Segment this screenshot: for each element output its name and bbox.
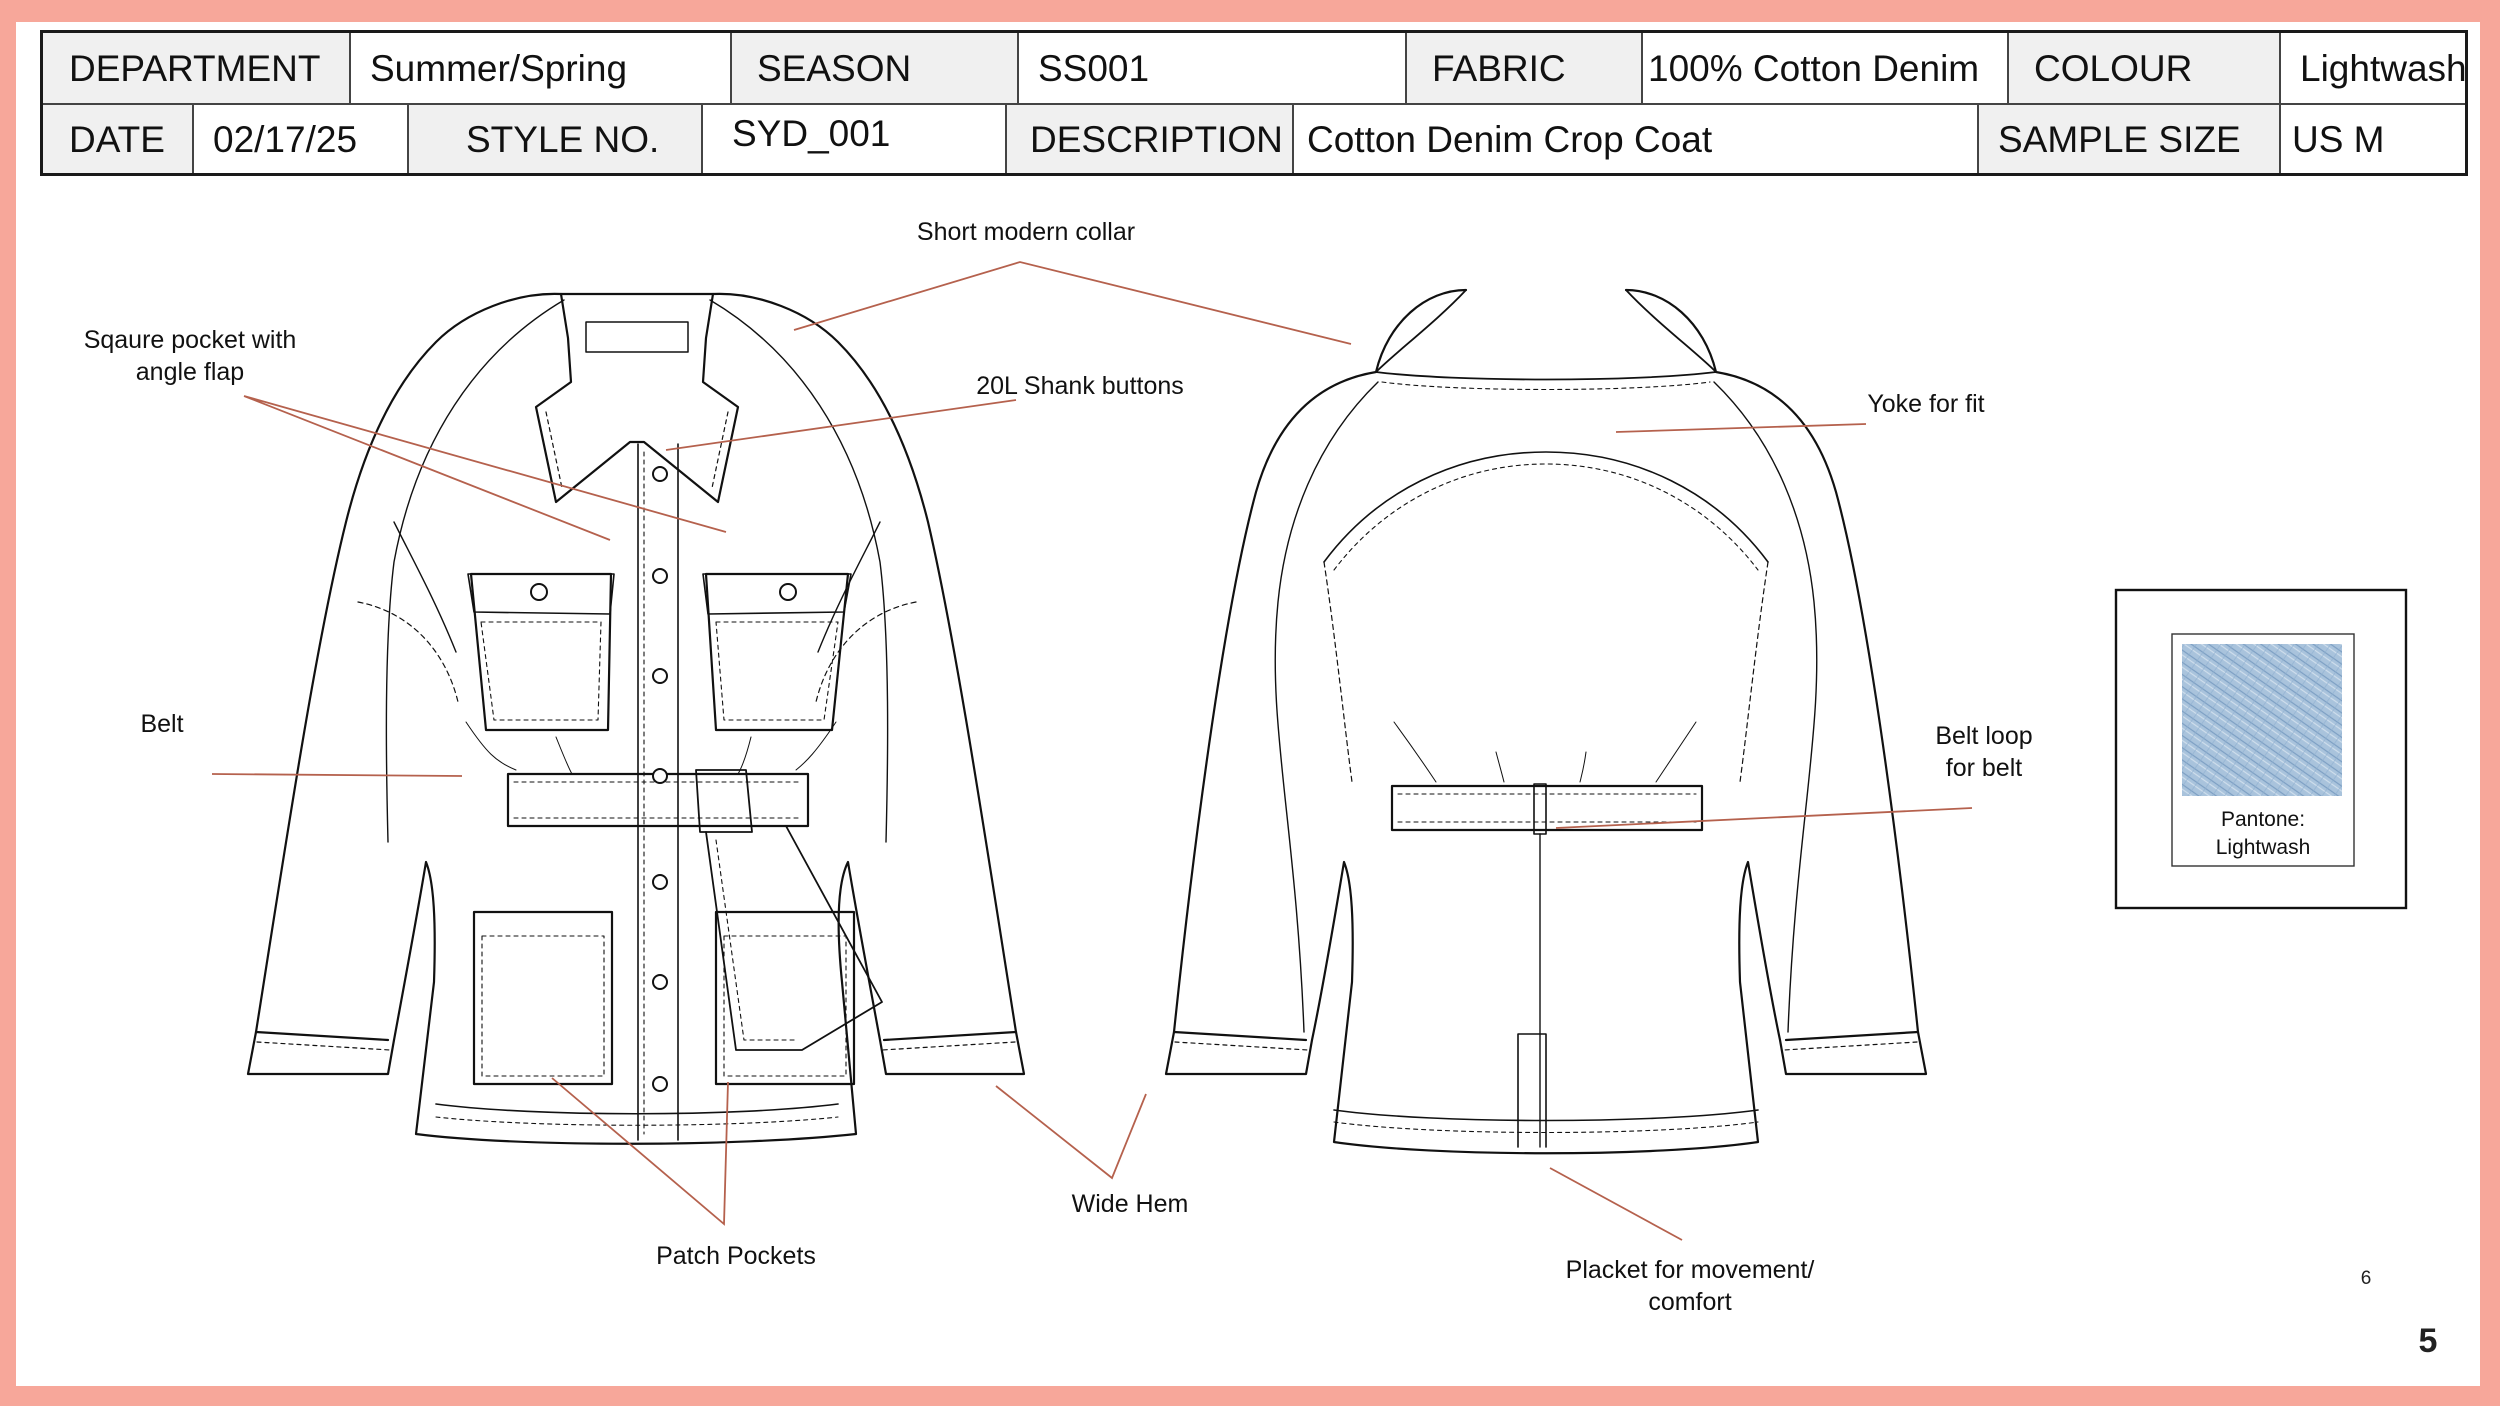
leader-placket <box>1549 1167 1683 1241</box>
button <box>652 466 668 482</box>
front-collar-stitch-right <box>711 411 729 489</box>
back-right-armhole <box>1739 561 1769 783</box>
front-hem-band <box>435 1103 839 1115</box>
front-left-patch-pocket-stitch <box>481 935 605 1077</box>
front-left-patch-pocket <box>472 910 614 1086</box>
front-left-drop-seam <box>357 601 459 703</box>
back-right-cuff <box>1784 1030 1920 1042</box>
button <box>652 768 668 784</box>
annotation-pocket-line1: Sqaure pocket with <box>84 326 297 354</box>
annotation-pocket-line2: angle flap <box>136 358 244 386</box>
back-gathers <box>1393 721 1697 783</box>
leader-collar <box>793 261 1352 345</box>
front-belt-tail <box>705 825 883 1051</box>
leader-yoke <box>1615 423 1867 433</box>
leader-belt <box>211 773 463 777</box>
front-belt-tail-stitch <box>715 839 797 1041</box>
leader-pocket <box>243 395 727 541</box>
front-belt-tie-loop <box>695 769 753 833</box>
back-placket <box>1517 1033 1547 1148</box>
front-left-sleeve-seam <box>385 299 565 843</box>
fabric-swatch-panel: Pantone: Lightwash <box>2114 588 2408 910</box>
annotation-placket-line2: comfort <box>1648 1288 1731 1316</box>
back-left-cuff <box>1172 1030 1308 1042</box>
front-left-cuff-stitch <box>256 1041 391 1051</box>
annotation-yoke: Yoke for fit <box>1867 390 1984 418</box>
back-right-sleeve-seam <box>1713 381 1818 1033</box>
front-body-outline <box>246 292 1026 1145</box>
button <box>652 874 668 890</box>
back-left-cuff-stitch <box>1174 1041 1309 1051</box>
front-right-pocket-stitch <box>715 621 839 721</box>
swatch-label-line1: Pantone: <box>2221 808 2305 831</box>
pocket-button <box>530 583 548 601</box>
button <box>652 668 668 684</box>
flat-sketch-drawing: Short modern collar Sqaure pocket with a… <box>84 218 2438 1360</box>
denim-swatch-image <box>2182 644 2342 796</box>
front-right-pocket-flap <box>702 573 852 615</box>
back-yoke <box>1323 451 1769 563</box>
back-left-sleeve-seam <box>1274 381 1379 1033</box>
front-right-cuff-stitch <box>881 1041 1016 1051</box>
page-number: 5 <box>2419 1322 2438 1360</box>
front-left-pocket-stitch <box>480 621 602 721</box>
back-belt-loop <box>1533 783 1547 835</box>
front-right-cuff <box>882 1030 1018 1042</box>
front-right-chest-pocket <box>704 572 850 732</box>
front-collar <box>534 292 740 504</box>
annotation-labels: Short modern collar Sqaure pocket with a… <box>84 218 2033 1316</box>
front-left-cuff <box>254 1030 390 1042</box>
annotation-placket-line1: Placket for movement/ <box>1566 1256 1815 1284</box>
back-view-jacket <box>1164 288 1928 1155</box>
annotation-belt-loop-line2: for belt <box>1946 754 2022 782</box>
annotation-belt-loop-line1: Belt loop <box>1935 722 2032 750</box>
leader-lines <box>211 261 1973 1241</box>
annotation-patch-pockets: Patch Pockets <box>656 1242 816 1270</box>
back-belt-stitch <box>1397 793 1697 823</box>
back-right-cuff-stitch <box>1783 1041 1918 1051</box>
front-left-armhole <box>393 521 457 653</box>
leader-belt-loop <box>1555 807 1973 829</box>
pocket-button <box>779 583 797 601</box>
front-right-patch-pocket-stitch <box>723 935 847 1077</box>
swatch-label-line2: Lightwash <box>2216 836 2311 859</box>
front-right-sleeve-seam <box>709 299 889 843</box>
front-collar-band <box>585 321 689 353</box>
tech-pack-sheet: DEPARTMENT Summer/Spring SEASON SS001 FA… <box>16 22 2480 1386</box>
front-right-drop-seam <box>815 601 917 703</box>
back-collar-stitch <box>1381 381 1711 391</box>
front-hem-stitch <box>435 1116 839 1126</box>
back-body-outline <box>1164 288 1928 1155</box>
annotation-collar: Short modern collar <box>917 218 1135 246</box>
button <box>652 1076 668 1092</box>
leader-patch-pockets <box>551 1077 729 1226</box>
annotation-belt: Belt <box>140 710 183 738</box>
front-belt-stitch <box>513 781 803 819</box>
front-right-patch-pocket <box>714 910 856 1086</box>
annotation-buttons: 20L Shank buttons <box>976 372 1184 400</box>
leader-wide-hem <box>995 1085 1147 1180</box>
front-collar-stitch <box>545 411 563 489</box>
back-left-armhole <box>1323 561 1353 783</box>
button <box>652 974 668 990</box>
annotation-wide-hem: Wide Hem <box>1072 1190 1189 1218</box>
button <box>652 568 668 584</box>
back-collar <box>1375 289 1717 381</box>
back-yoke-stitch <box>1333 463 1759 571</box>
front-buttons <box>530 466 797 1092</box>
small-page-number: 6 <box>2361 1268 2372 1289</box>
front-view-jacket <box>246 292 1026 1145</box>
